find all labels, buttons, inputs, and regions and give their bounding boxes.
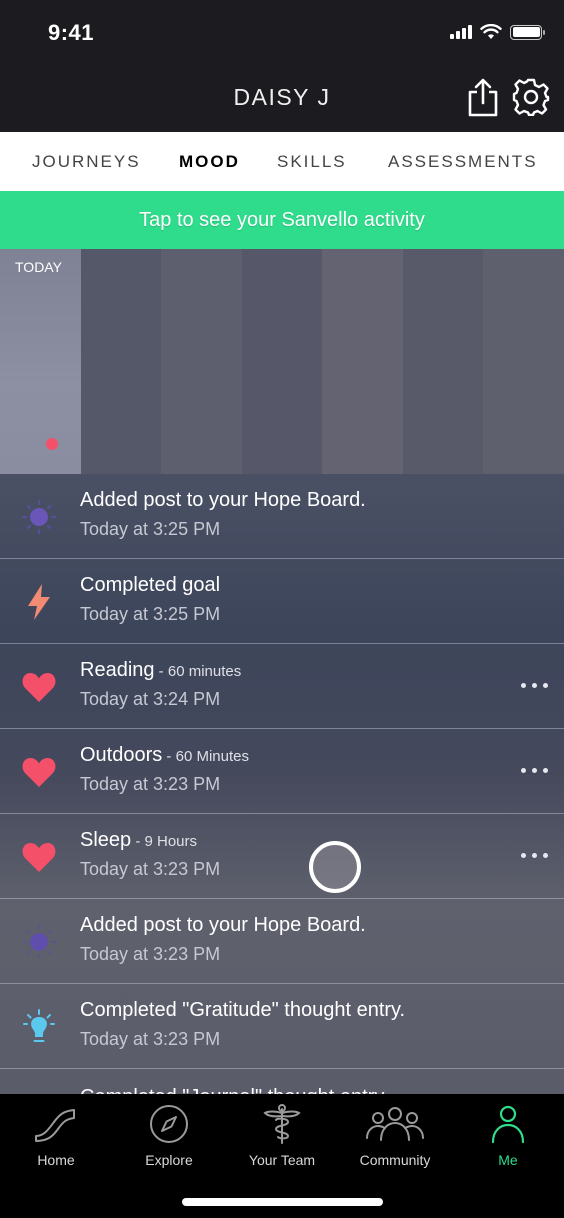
feed-item[interactable]: Sleep - 9 Hours Today at 3:23 PM <box>0 814 564 899</box>
more-options-button[interactable] <box>517 677 552 694</box>
gear-icon <box>512 78 550 116</box>
tab-mood[interactable]: MOOD <box>179 152 240 172</box>
touch-indicator <box>309 841 361 893</box>
feed-item[interactable]: Added post to your Hope Board. Today at … <box>0 474 564 559</box>
day-column[interactable] <box>402 249 484 474</box>
nav-your-team[interactable]: Your Team <box>226 1102 338 1168</box>
feed-item-title: Reading <box>80 659 155 681</box>
day-column[interactable] <box>80 249 162 474</box>
more-options-button[interactable] <box>517 762 552 779</box>
path-icon <box>33 1102 79 1146</box>
nav-label: Explore <box>145 1152 193 1168</box>
feed-item-time: Today at 3:23 PM <box>80 1029 221 1049</box>
feed-item-detail: - 60 minutes <box>154 663 242 680</box>
status-icons <box>450 24 545 40</box>
lightning-icon <box>18 583 60 621</box>
nav-home[interactable]: Home <box>0 1102 112 1168</box>
share-button[interactable] <box>464 76 502 118</box>
tab-assessments[interactable]: ASSESSMENTS <box>388 152 538 172</box>
activity-banner[interactable]: Tap to see your Sanvello activity <box>0 191 564 249</box>
journal-icon <box>14 1085 64 1094</box>
compass-icon <box>146 1102 192 1146</box>
feed-item-detail: - 9 Hours <box>131 833 198 850</box>
feed-item-time: Today at 3:23 PM <box>80 944 221 964</box>
nav-label: Your Team <box>248 1152 316 1168</box>
nav-community[interactable]: Community <box>339 1102 451 1168</box>
day-column[interactable] <box>322 249 403 474</box>
feed-item-detail: - 60 Minutes <box>162 748 249 765</box>
tab-journeys[interactable]: JOURNEYS <box>32 152 141 172</box>
day-column[interactable] <box>483 249 564 474</box>
feed-item-title: Outdoors <box>80 744 163 766</box>
tab-skills[interactable]: SKILLS <box>277 152 347 172</box>
more-options-button[interactable] <box>517 847 552 864</box>
feed-item-title: Added post to your Hope Board. <box>80 914 366 936</box>
day-column[interactable] <box>241 249 323 474</box>
day-column[interactable] <box>161 249 242 474</box>
sun-icon <box>18 498 60 536</box>
feed-item[interactable]: Outdoors - 60 Minutes Today at 3:23 PM <box>0 729 564 814</box>
feed-item-title: Completed "Journal" thought entry. <box>80 1086 388 1094</box>
nav-me[interactable]: Me <box>452 1102 564 1168</box>
settings-button[interactable] <box>512 76 550 118</box>
cellular-signal-icon <box>450 25 472 39</box>
feed-item-title: Completed "Gratitude" thought entry. <box>80 999 406 1021</box>
lightbulb-icon <box>18 1008 60 1046</box>
activity-feed: Added post to your Hope Board. Today at … <box>0 474 564 1094</box>
day-label: TODAY <box>15 259 62 275</box>
feed-item-time: Today at 3:25 PM <box>80 519 221 539</box>
person-icon <box>485 1102 531 1146</box>
nav-explore[interactable]: Explore <box>113 1102 225 1168</box>
top-bar: 9:41 DAISY J <box>0 0 564 132</box>
nav-label: Me <box>498 1152 518 1168</box>
feed-item[interactable]: Completed "Journal" thought entry. <box>0 1069 564 1094</box>
sun-icon <box>18 923 60 961</box>
people-icon <box>365 1102 425 1146</box>
day-column-today[interactable]: TODAY <box>0 249 81 474</box>
mood-content: TODAY Added post to your Hope Board. Tod… <box>0 249 564 1094</box>
share-icon <box>468 78 498 117</box>
feed-item[interactable]: Completed "Gratitude" thought entry. Tod… <box>0 984 564 1069</box>
feed-item-time: Today at 3:25 PM <box>80 604 221 624</box>
feed-item-title: Completed goal <box>80 574 221 596</box>
feed-item[interactable]: Completed goal Today at 3:25 PM <box>0 559 564 644</box>
home-indicator[interactable] <box>182 1198 383 1206</box>
mood-chart: TODAY <box>0 249 564 474</box>
nav-label: Community <box>359 1152 431 1168</box>
feed-item[interactable]: Reading - 60 minutes Today at 3:24 PM <box>0 644 564 729</box>
feed-item-time: Today at 3:23 PM <box>80 774 221 794</box>
nav-label: Home <box>37 1152 75 1168</box>
feed-item-time: Today at 3:23 PM <box>80 859 221 879</box>
feed-item[interactable]: Added post to your Hope Board. Today at … <box>0 899 564 984</box>
feed-item-time: Today at 3:24 PM <box>80 689 221 709</box>
feed-item-title: Added post to your Hope Board. <box>80 489 366 511</box>
tab-bar: JOURNEYS MOOD SKILLS ASSESSMENTS <box>0 132 564 191</box>
wifi-icon <box>480 24 502 39</box>
status-time: 9:41 <box>48 20 95 45</box>
mood-dot <box>46 438 58 450</box>
heart-icon <box>18 753 60 791</box>
heart-icon <box>18 838 60 876</box>
caduceus-icon <box>259 1102 305 1146</box>
feed-item-title: Sleep <box>80 829 132 851</box>
battery-icon <box>510 24 545 40</box>
heart-icon <box>18 668 60 706</box>
